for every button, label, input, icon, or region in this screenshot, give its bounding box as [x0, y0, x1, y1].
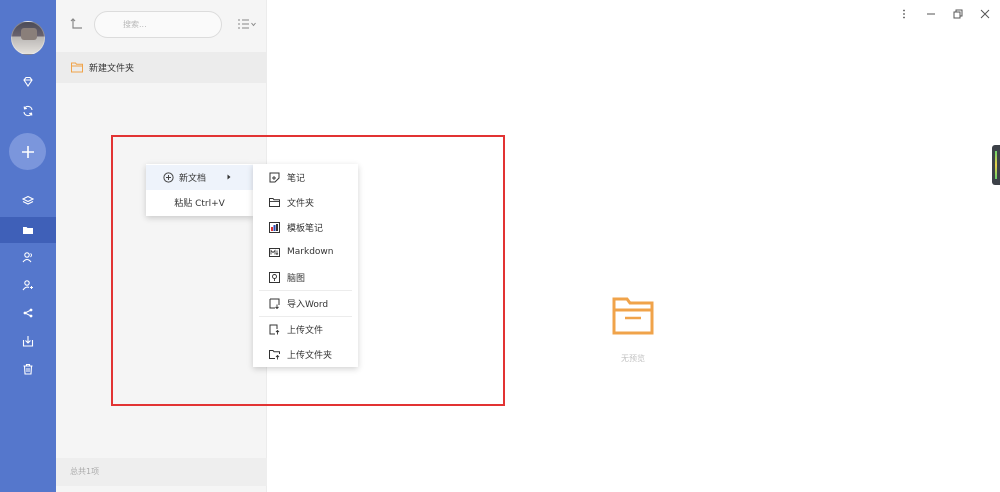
new-document-submenu: 笔记 文件夹 模板笔记 Markdown 脑图 导入Word 上传文件 上传文件… — [253, 164, 358, 367]
side-handle[interactable] — [992, 145, 1000, 185]
submenu-item-mindmap[interactable]: 脑图 — [253, 265, 358, 289]
import-word-icon — [269, 298, 280, 309]
upload-folder-icon — [269, 349, 280, 360]
submenu-label: 脑图 — [287, 273, 306, 284]
mindmap-icon — [269, 271, 280, 283]
folder-open-icon[interactable] — [18, 220, 38, 240]
download-box-icon[interactable] — [18, 331, 38, 351]
submenu-item-import-word[interactable]: 导入Word — [253, 291, 358, 315]
list-item[interactable]: 新建文件夹 — [56, 52, 267, 83]
submenu-label: 模板笔记 — [287, 223, 324, 234]
submenu-item-note[interactable]: 笔记 — [253, 165, 358, 189]
diamond-icon[interactable] — [18, 72, 38, 92]
close-icon[interactable] — [978, 7, 992, 21]
no-preview-text: 无预览 — [621, 354, 645, 363]
folder-icon — [269, 197, 280, 208]
more-icon[interactable] — [897, 7, 911, 21]
file-name: 新建文件夹 — [89, 64, 135, 74]
submenu-item-template-note[interactable]: 模板笔记 — [253, 215, 358, 239]
submenu-item-folder[interactable]: 文件夹 — [253, 190, 358, 214]
submenu-item-upload-file[interactable]: 上传文件 — [253, 317, 358, 341]
layers-icon[interactable] — [18, 191, 38, 211]
user-share-icon[interactable] — [18, 275, 38, 295]
template-icon — [269, 221, 280, 233]
plus-icon — [21, 145, 34, 158]
share-icon[interactable] — [18, 303, 38, 323]
submenu-label: Markdown — [287, 247, 334, 257]
paste-menu-item[interactable]: 粘贴 Ctrl+V — [146, 190, 253, 215]
trash-icon[interactable] — [18, 359, 38, 379]
submenu-label: 上传文件夹 — [287, 350, 333, 361]
submenu-label: 笔记 — [287, 173, 306, 184]
upload-file-icon — [269, 324, 280, 335]
submenu-label: 上传文件 — [287, 325, 324, 336]
context-menu: 新文档 粘贴 Ctrl+V — [146, 164, 253, 216]
submenu-item-markdown[interactable]: Markdown — [253, 240, 358, 264]
item-count: 总共1项 — [56, 458, 267, 486]
caret-right-icon — [227, 174, 231, 180]
new-document-label: 新文档 — [179, 174, 207, 184]
minimize-icon[interactable] — [924, 7, 938, 21]
note-icon — [269, 172, 280, 183]
up-level-icon[interactable] — [70, 17, 84, 31]
markdown-icon — [269, 247, 280, 258]
sidebar — [0, 0, 56, 492]
sync-icon[interactable] — [18, 101, 38, 121]
submenu-label: 导入Word — [287, 299, 329, 310]
add-circle-icon — [163, 172, 174, 183]
new-document-menu-item[interactable]: 新文档 — [146, 165, 253, 190]
avatar[interactable] — [11, 21, 45, 55]
list-view-icon[interactable] — [237, 18, 257, 30]
empty-folder-icon — [612, 297, 654, 335]
search-input[interactable]: 搜索... — [94, 11, 222, 38]
folder-icon — [71, 62, 83, 73]
submenu-item-upload-folder[interactable]: 上传文件夹 — [253, 342, 358, 366]
restore-icon[interactable] — [951, 7, 965, 21]
submenu-label: 文件夹 — [287, 198, 315, 209]
add-button[interactable] — [9, 133, 46, 170]
contacts-icon[interactable] — [18, 247, 38, 267]
